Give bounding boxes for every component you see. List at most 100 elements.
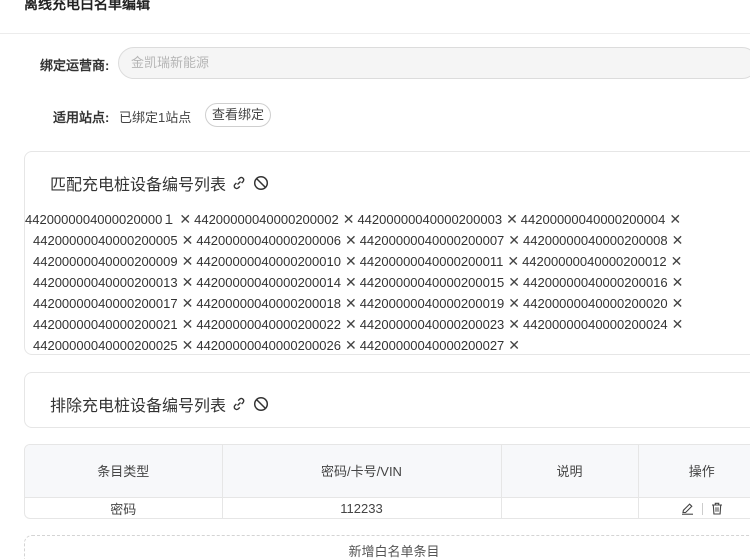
remove-device-icon[interactable]: ✕ [672, 293, 684, 314]
device-id: 44200000040000200013 [33, 275, 178, 290]
table-row: 密码 112233 [25, 497, 750, 518]
device-id: 44200000040000200020 [523, 296, 668, 311]
device-id: 44200000040000200009 [33, 254, 178, 269]
device-row: 44200000040000200017 ✕ 4420000004000020001… [25, 293, 750, 314]
link-icon[interactable] [230, 174, 248, 192]
device-chip: 44200000040000200009 ✕ [33, 251, 193, 272]
cell-actions [638, 497, 750, 518]
cell-description [501, 497, 639, 518]
device-chip: 44200000040000200002 ✕ [194, 209, 354, 230]
device-row: 44200000040000200013 ✕ 4420000004000020001… [25, 272, 750, 293]
device-id: 44200000040000200021 [33, 317, 178, 332]
header-description: 说明 [501, 445, 639, 498]
remove-device-icon[interactable]: ✕ [179, 209, 191, 230]
device-chip: 44200000040000200025 ✕ [33, 335, 193, 356]
remove-device-icon[interactable]: ✕ [508, 314, 520, 335]
link-icon[interactable] [230, 395, 248, 413]
ban-icon[interactable] [252, 395, 270, 413]
remove-device-icon[interactable]: ✕ [345, 230, 357, 251]
remove-device-icon[interactable]: ✕ [182, 251, 194, 272]
match-section-card: 匹配充电桩设备编号列表 4420000004000020000１ ✕ 4420000… [24, 151, 750, 355]
whitelist-table: 条目类型 密码/卡号/VIN 说明 操作 密码 112233 [24, 444, 750, 519]
device-id: 44200000040000200019 [359, 296, 505, 311]
device-id: 44200000040000200016 [523, 275, 668, 290]
device-row: 44200000040000200025 ✕ 4420000004000020002… [25, 335, 750, 356]
device-row: 44200000040000200005 ✕ 4420000004000020000… [25, 230, 750, 251]
header-entry-type: 条目类型 [25, 445, 223, 498]
cell-entry-type: 密码 [25, 497, 223, 518]
device-id: 44200000040000200027 [359, 338, 505, 353]
remove-device-icon[interactable]: ✕ [345, 272, 357, 293]
remove-device-icon[interactable]: ✕ [345, 335, 357, 356]
device-chip: 44200000040000200021 ✕ [33, 314, 193, 335]
station-value: 已绑定1站点 [119, 110, 192, 125]
device-chip: 44200000040000200007 ✕ [360, 230, 520, 251]
device-id: 44200000040000200026 [196, 338, 341, 353]
device-row: 44200000040000200009 ✕ 4420000004000020001… [25, 251, 750, 272]
remove-device-icon[interactable]: ✕ [345, 314, 357, 335]
action-separator [701, 502, 703, 515]
remove-device-icon[interactable]: ✕ [508, 335, 520, 356]
device-chip: 44200000040000200019 ✕ [360, 293, 520, 314]
remove-device-icon[interactable]: ✕ [345, 293, 357, 314]
remove-device-icon[interactable]: ✕ [672, 314, 684, 335]
device-id: 44200000040000200011 [359, 254, 504, 269]
device-chip: 44200000040000200014 ✕ [196, 272, 356, 293]
remove-device-icon[interactable]: ✕ [508, 272, 520, 293]
remove-device-icon[interactable]: ✕ [672, 272, 684, 293]
remove-device-icon[interactable]: ✕ [182, 230, 194, 251]
device-id: 44200000040000200017 [33, 296, 178, 311]
remove-device-icon[interactable]: ✕ [506, 209, 518, 230]
device-chip: 44200000040000200010 ✕ [196, 251, 356, 272]
device-id: 4420000004000020000１ [25, 212, 176, 227]
remove-device-icon[interactable]: ✕ [669, 209, 681, 230]
operator-label: 绑定运营商: [40, 58, 110, 73]
device-chip: 44200000040000200026 ✕ [196, 335, 356, 356]
device-id: 44200000040000200024 [523, 317, 668, 332]
device-list: 4420000004000020000１ ✕ 4420000004000020000… [25, 209, 750, 356]
remove-device-icon[interactable]: ✕ [182, 272, 194, 293]
add-entry-button[interactable]: 新增白名单条目 [24, 535, 750, 559]
device-id: 44200000040000200003 [357, 212, 503, 227]
remove-device-icon[interactable]: ✕ [508, 230, 520, 251]
device-id: 44200000040000200022 [196, 317, 341, 332]
device-chip: 4420000004000020000１ ✕ [25, 209, 191, 230]
device-id: 44200000040000200012 [522, 254, 667, 269]
device-chip: 44200000040000200020 ✕ [523, 293, 683, 314]
page-title: 离线充电白名单编辑 [24, 0, 150, 12]
delete-icon[interactable] [711, 502, 723, 515]
device-chip: 44200000040000200003 ✕ [357, 209, 517, 230]
remove-device-icon[interactable]: ✕ [507, 251, 519, 272]
cell-code: 112233 [222, 497, 502, 518]
remove-device-icon[interactable]: ✕ [672, 230, 684, 251]
device-chip: 44200000040000200016 ✕ [523, 272, 683, 293]
view-binding-button[interactable]: 查看绑定 [205, 103, 272, 127]
title-divider [0, 33, 750, 34]
table-header-row: 条目类型 密码/卡号/VIN 说明 操作 [25, 445, 750, 498]
remove-device-icon[interactable]: ✕ [508, 293, 520, 314]
device-chip: 44200000040000200006 ✕ [196, 230, 356, 251]
header-actions: 操作 [638, 445, 750, 498]
device-chip: 44200000040000200023 ✕ [360, 314, 520, 335]
remove-device-icon[interactable]: ✕ [343, 209, 355, 230]
remove-device-icon[interactable]: ✕ [182, 314, 194, 335]
device-chip: 44200000040000200004 ✕ [521, 209, 681, 230]
remove-device-icon[interactable]: ✕ [345, 251, 357, 272]
device-chip: 44200000040000200018 ✕ [196, 293, 356, 314]
device-chip: 44200000040000200015 ✕ [360, 272, 520, 293]
device-id: 44200000040000200015 [359, 275, 505, 290]
remove-device-icon[interactable]: ✕ [182, 335, 194, 356]
operator-input[interactable]: 金凯瑞新能源 [118, 47, 750, 79]
device-chip: 44200000040000200022 ✕ [196, 314, 356, 335]
exclude-section-card: 排除充电桩设备编号列表 [24, 372, 750, 428]
device-id: 44200000040000200008 [523, 233, 668, 248]
device-chip: 44200000040000200005 ✕ [33, 230, 193, 251]
device-id: 44200000040000200025 [33, 338, 178, 353]
device-id: 44200000040000200006 [196, 233, 341, 248]
ban-icon[interactable] [252, 174, 270, 192]
edit-icon[interactable] [681, 502, 694, 515]
device-chip: 44200000040000200011 ✕ [360, 251, 519, 272]
remove-device-icon[interactable]: ✕ [671, 251, 683, 272]
device-id: 44200000040000200010 [196, 254, 341, 269]
remove-device-icon[interactable]: ✕ [182, 293, 194, 314]
